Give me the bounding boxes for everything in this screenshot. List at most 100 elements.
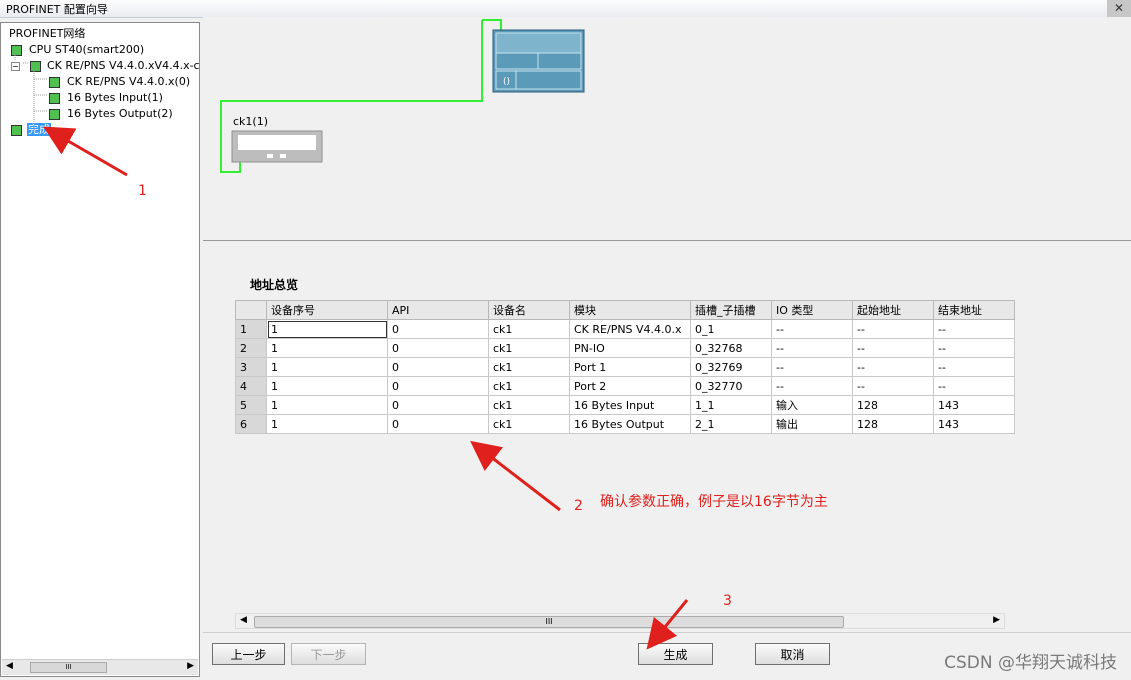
table-cell[interactable]: 0 bbox=[387, 338, 489, 358]
table-cell[interactable]: 143 bbox=[933, 395, 1015, 415]
table-row[interactable]: 1 1 0 ck1 CK RE/PNS V4.4.0.x 0_1 -- -- -- bbox=[235, 319, 1015, 339]
table-cell[interactable]: -- bbox=[852, 319, 934, 339]
table-header-row: 设备序号 API 设备名 模块 插槽_子插槽 IO 类型 起始地址 结束地址 bbox=[235, 300, 1015, 320]
table-cell[interactable]: ck1 bbox=[488, 357, 570, 377]
table-cell[interactable]: 1 bbox=[266, 414, 388, 434]
column-header[interactable]: API bbox=[387, 300, 489, 320]
table-cell[interactable]: 1 bbox=[266, 376, 388, 396]
table-cell[interactable]: PN-IO bbox=[569, 338, 691, 358]
table-row[interactable]: 3 1 0 ck1 Port 1 0_32769 -- -- -- bbox=[235, 357, 1015, 377]
table-cell[interactable]: 16 Bytes Input bbox=[569, 395, 691, 415]
table-cell[interactable]: 0 bbox=[387, 414, 489, 434]
diagram-canvas: () bbox=[220, 19, 585, 173]
cpu-icon: () bbox=[492, 29, 585, 93]
scroll-left-icon[interactable]: ◀ bbox=[6, 661, 13, 671]
column-header[interactable] bbox=[235, 300, 267, 320]
table-cell[interactable]: 1 bbox=[266, 319, 388, 339]
annotation-number-2: 2 bbox=[574, 498, 583, 514]
table-cell[interactable]: 1_1 bbox=[690, 395, 772, 415]
row-number[interactable]: 1 bbox=[235, 319, 267, 339]
table-cell[interactable]: 0 bbox=[387, 376, 489, 396]
generate-button[interactable]: 生成 bbox=[638, 643, 713, 665]
next-button[interactable]: 下一步 bbox=[291, 643, 366, 665]
row-number[interactable]: 4 bbox=[235, 376, 267, 396]
annotation-number-1: 1 bbox=[138, 183, 147, 199]
watermark: CSDN @华翔天诚科技 bbox=[944, 653, 1117, 673]
table-cell[interactable]: 16 Bytes Output bbox=[569, 414, 691, 434]
table-cell[interactable]: 143 bbox=[933, 414, 1015, 434]
prev-button[interactable]: 上一步 bbox=[212, 643, 285, 665]
table-cell[interactable]: 1 bbox=[266, 338, 388, 358]
column-header[interactable]: 起始地址 bbox=[852, 300, 934, 320]
column-header[interactable]: IO 类型 bbox=[771, 300, 853, 320]
column-header[interactable]: 结束地址 bbox=[933, 300, 1015, 320]
table-cell[interactable]: 0_32769 bbox=[690, 357, 772, 377]
table-cell[interactable]: -- bbox=[933, 338, 1015, 358]
cancel-button[interactable]: 取消 bbox=[755, 643, 830, 665]
device-label[interactable]: ck1(1) bbox=[233, 115, 268, 128]
column-header[interactable]: 设备序号 bbox=[266, 300, 388, 320]
table-cell[interactable]: 0 bbox=[387, 357, 489, 377]
table-cell[interactable]: 2_1 bbox=[690, 414, 772, 434]
table-cell[interactable]: -- bbox=[933, 357, 1015, 377]
scroll-right-icon[interactable]: ▶ bbox=[993, 615, 1000, 625]
table-cell[interactable]: ck1 bbox=[488, 414, 570, 434]
row-number[interactable]: 6 bbox=[235, 414, 267, 434]
table-cell[interactable]: -- bbox=[771, 338, 853, 358]
svg-text:(): () bbox=[503, 77, 510, 87]
annotation-note: 确认参数正确，例子是以16字节为主 bbox=[600, 494, 828, 510]
table-cell[interactable]: 0 bbox=[387, 395, 489, 415]
row-number[interactable]: 5 bbox=[235, 395, 267, 415]
table-cell[interactable]: -- bbox=[852, 357, 934, 377]
close-button[interactable]: ✕ bbox=[1107, 0, 1131, 17]
table-cell[interactable]: -- bbox=[933, 376, 1015, 396]
scroll-right-icon[interactable]: ▶ bbox=[187, 661, 194, 671]
table-row[interactable]: 6 1 0 ck1 16 Bytes Output 2_1 输出 128 143 bbox=[235, 414, 1015, 434]
scroll-left-icon[interactable]: ◀ bbox=[240, 615, 247, 625]
table-cell[interactable]: ck1 bbox=[488, 395, 570, 415]
table-cell[interactable]: -- bbox=[771, 319, 853, 339]
tree-horizontal-scrollbar[interactable]: ◀ III ▶ bbox=[2, 659, 198, 675]
window-title: PROFINET 配置向导 bbox=[6, 3, 108, 16]
table-cell[interactable]: 0_32770 bbox=[690, 376, 772, 396]
column-header[interactable]: 插槽_子插槽 bbox=[690, 300, 772, 320]
title-bar: PROFINET 配置向导 ✕ bbox=[0, 0, 1131, 18]
network-tree: PROFINET网络 CPU ST40(smart200) − CK RE/PN… bbox=[0, 22, 200, 677]
table-cell[interactable]: -- bbox=[852, 338, 934, 358]
device-icon bbox=[231, 130, 323, 163]
column-header[interactable]: 设备名 bbox=[488, 300, 570, 320]
scroll-thumb[interactable]: III bbox=[30, 662, 107, 673]
table-cell[interactable]: 输入 bbox=[771, 395, 853, 415]
table-cell[interactable]: 1 bbox=[266, 357, 388, 377]
table-cell[interactable]: -- bbox=[771, 376, 853, 396]
table-row[interactable]: 2 1 0 ck1 PN-IO 0_32768 -- -- -- bbox=[235, 338, 1015, 358]
table-cell[interactable]: 输出 bbox=[771, 414, 853, 434]
table-cell[interactable]: Port 2 bbox=[569, 376, 691, 396]
table-row[interactable]: 5 1 0 ck1 16 Bytes Input 1_1 输入 128 143 bbox=[235, 395, 1015, 415]
table-cell[interactable]: 0 bbox=[387, 319, 489, 339]
table-row[interactable]: 4 1 0 ck1 Port 2 0_32770 -- -- -- bbox=[235, 376, 1015, 396]
address-table: 设备序号 API 设备名 模块 插槽_子插槽 IO 类型 起始地址 结束地址 1… bbox=[235, 300, 1015, 434]
network-diagram: () ck1(1) bbox=[203, 17, 1131, 240]
row-number[interactable]: 2 bbox=[235, 338, 267, 358]
table-cell[interactable]: -- bbox=[852, 376, 934, 396]
annotation-number-3: 3 bbox=[723, 593, 732, 609]
table-cell[interactable]: 128 bbox=[852, 395, 934, 415]
table-cell[interactable]: 0_1 bbox=[690, 319, 772, 339]
table-cell[interactable]: -- bbox=[771, 357, 853, 377]
table-cell[interactable]: Port 1 bbox=[569, 357, 691, 377]
table-cell[interactable]: CK RE/PNS V4.4.0.x bbox=[569, 319, 691, 339]
table-cell[interactable]: ck1 bbox=[488, 338, 570, 358]
tree-lines bbox=[14, 51, 47, 135]
table-cell[interactable]: 0_32768 bbox=[690, 338, 772, 358]
table-cell[interactable]: 1 bbox=[266, 395, 388, 415]
scroll-thumb[interactable]: III bbox=[254, 616, 844, 628]
section-title: 地址总览 bbox=[250, 278, 299, 292]
table-horizontal-scrollbar[interactable]: ◀ III ▶ bbox=[235, 613, 1005, 629]
table-cell[interactable]: 128 bbox=[852, 414, 934, 434]
table-cell[interactable]: -- bbox=[933, 319, 1015, 339]
table-cell[interactable]: ck1 bbox=[488, 376, 570, 396]
table-cell[interactable]: ck1 bbox=[488, 319, 570, 339]
row-number[interactable]: 3 bbox=[235, 357, 267, 377]
column-header[interactable]: 模块 bbox=[569, 300, 691, 320]
